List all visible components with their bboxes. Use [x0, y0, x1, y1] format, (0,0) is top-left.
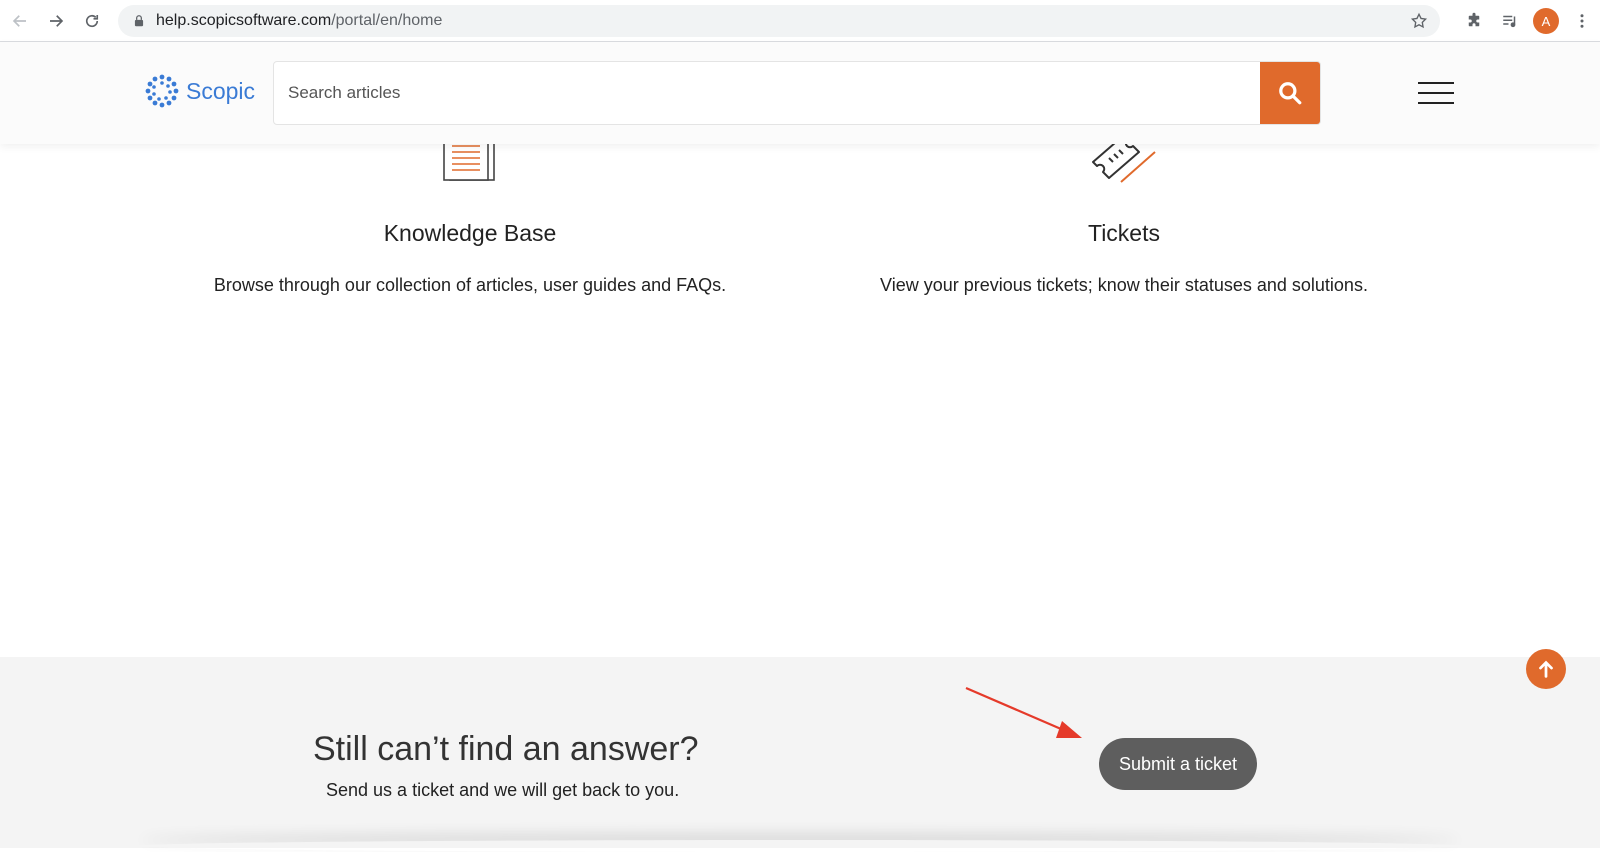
star-icon[interactable] [1410, 12, 1428, 30]
browser-extensions: A [1456, 0, 1600, 42]
card-title: Knowledge Base [383, 220, 557, 246]
logo-text: Scopic [186, 77, 256, 104]
browser-toolbar: help.scopicsoftware.com/portal/en/home A [0, 0, 1600, 42]
url-host: help.scopicsoftware.com [156, 12, 332, 29]
site-header: Scopic [0, 42, 1600, 144]
footer-card-shadow [140, 840, 1460, 852]
arrow-up-icon [1539, 660, 1553, 678]
logo[interactable]: Scopic [144, 73, 255, 109]
card-description: Browse through our collection of article… [213, 275, 727, 295]
search-button[interactable] [1260, 62, 1320, 124]
navigation-buttons [2, 3, 110, 39]
avatar: A [1533, 8, 1559, 34]
card-description: View your previous tickets; know their s… [880, 275, 1368, 295]
cta-section: Still can’t find an answer? Send us a ti… [0, 657, 1600, 848]
forward-button[interactable] [38, 3, 74, 39]
scopic-logo-icon [145, 74, 179, 108]
annotation-arrow-icon [965, 686, 1082, 738]
media-button[interactable] [1492, 3, 1528, 39]
browser-menu-button[interactable] [1564, 3, 1600, 39]
arrow-left-icon [12, 14, 26, 27]
lock-icon [134, 15, 144, 27]
arrow-right-icon [50, 14, 64, 27]
card-title: Tickets [1088, 220, 1160, 246]
extensions-button[interactable] [1456, 3, 1492, 39]
reload-icon [85, 14, 99, 27]
search-icon [1279, 82, 1302, 105]
cta-heading: Still can’t find an answer? [313, 730, 699, 768]
search-input[interactable] [274, 62, 1260, 124]
cta-subtext: Send us a ticket and we will get back to… [326, 780, 680, 800]
profile-button[interactable]: A [1528, 3, 1564, 39]
knowledge-base-card[interactable]: Knowledge Base Browse through our collec… [150, 127, 790, 296]
scroll-to-top-button[interactable] [1526, 649, 1566, 689]
tickets-card[interactable]: Tickets View your previous tickets; know… [804, 128, 1444, 296]
search-bar [273, 61, 1321, 125]
url-path: /portal/en/home [331, 12, 443, 29]
puzzle-icon [1468, 12, 1480, 27]
back-button[interactable] [2, 3, 38, 39]
reload-button[interactable] [74, 3, 110, 39]
more-vertical-icon [1580, 14, 1584, 28]
submit-ticket-button[interactable]: Submit a ticket [1099, 738, 1257, 790]
hamburger-menu-icon[interactable] [1418, 82, 1454, 104]
address-bar[interactable]: help.scopicsoftware.com/portal/en/home [118, 5, 1440, 37]
playlist-icon [1503, 15, 1516, 28]
